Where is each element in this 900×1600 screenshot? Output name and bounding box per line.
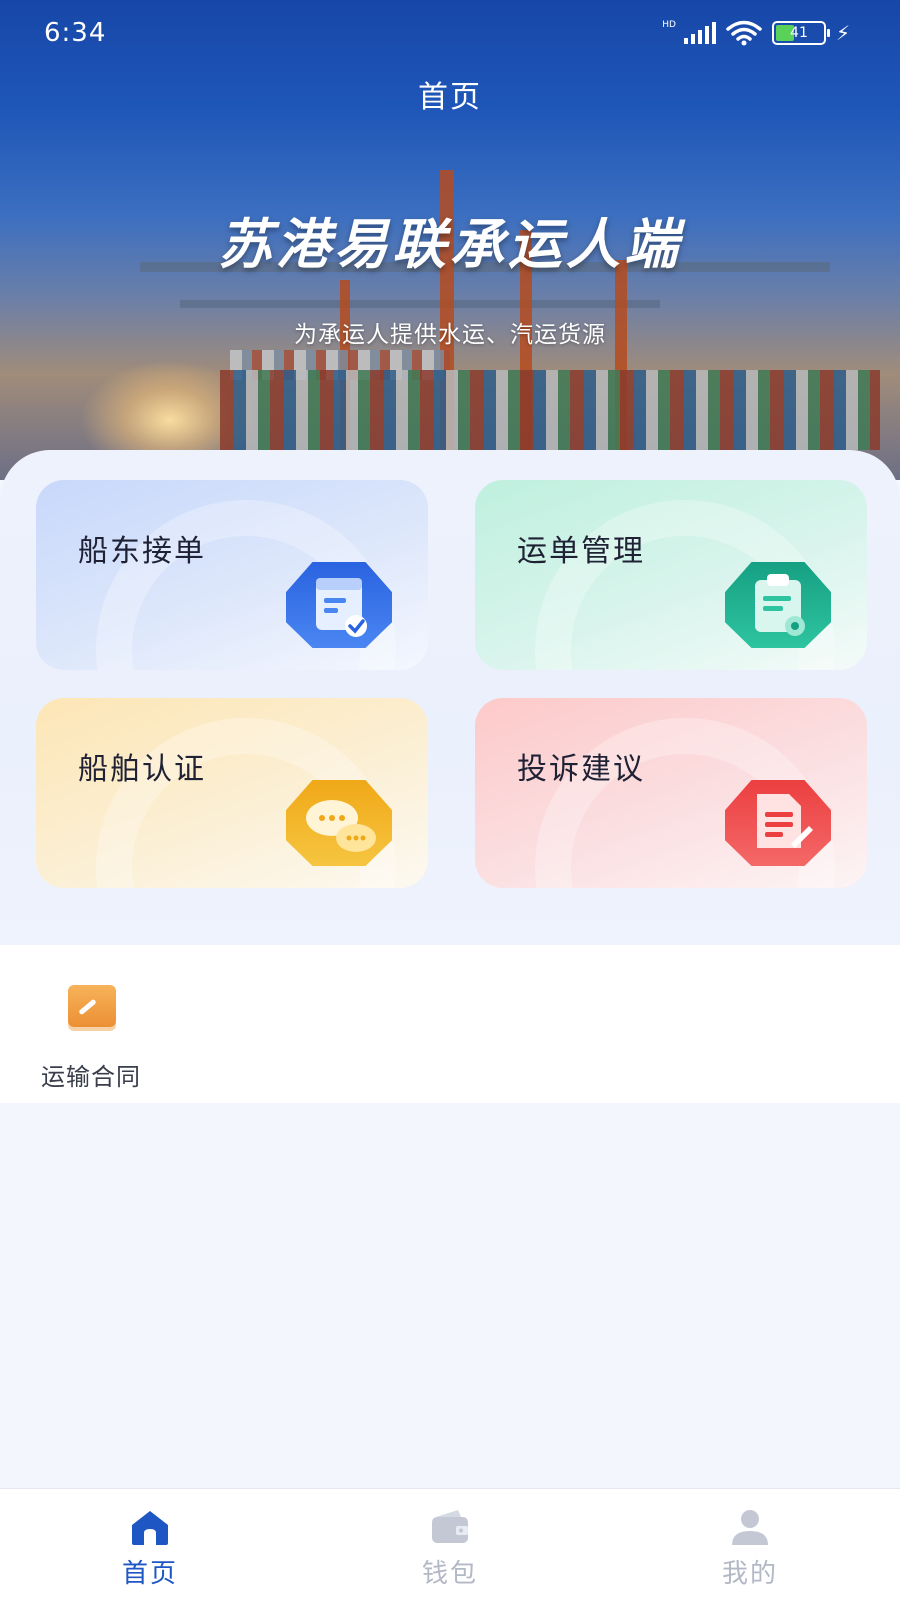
hero-title: 苏港易联承运人端 <box>218 213 682 276</box>
tab-label: 我的 <box>721 1559 778 1589</box>
card-label: 船舶认证 <box>78 752 206 787</box>
status-time: 6:34 <box>44 18 107 48</box>
card-shipowner-orders[interactable]: 船东接单 <box>36 480 428 670</box>
tab-home[interactable]: 首页 <box>0 1489 300 1600</box>
pencil-icon <box>68 985 116 1027</box>
home-icon <box>132 1511 168 1545</box>
battery-level: 41 <box>790 25 808 41</box>
calendar-check-icon <box>286 562 392 648</box>
wallet-icon <box>432 1510 468 1543</box>
card-complaints-suggestions[interactable]: 投诉建议 <box>475 698 867 888</box>
card-label: 船东接单 <box>78 534 206 569</box>
wifi-icon <box>726 20 762 46</box>
crane-beam <box>180 300 660 308</box>
card-label: 投诉建议 <box>517 752 645 787</box>
battery-icon: 41 <box>771 21 830 45</box>
hero-subtitle: 为承运人提供水运、汽运货源 <box>294 322 606 348</box>
user-icon <box>732 1510 768 1545</box>
status-bar: 6:34 HD 41 ⚡ <box>0 0 900 70</box>
tab-label: 钱包 <box>421 1559 478 1589</box>
tab-mine[interactable]: 我的 <box>600 1489 900 1600</box>
document-edit-icon <box>725 780 831 866</box>
status-icons: HD 41 ⚡ <box>662 20 850 46</box>
chat-bubbles-icon <box>286 780 392 866</box>
contract-label: 运输合同 <box>41 1063 141 1091</box>
contract-section: 运输合同 <box>0 945 900 1103</box>
signal-icon <box>683 22 716 44</box>
card-label: 运单管理 <box>517 534 645 569</box>
tab-label: 首页 <box>121 1559 178 1589</box>
transport-contract-button[interactable]: 运输合同 <box>26 985 156 1091</box>
card-vessel-certification[interactable]: 船舶认证 <box>36 698 428 888</box>
network-label: HD <box>662 20 676 30</box>
card-waybill-management[interactable]: 运单管理 <box>475 480 867 670</box>
tab-wallet[interactable]: 钱包 <box>300 1489 600 1600</box>
charging-icon: ⚡ <box>835 21 850 45</box>
container-stack <box>220 370 880 450</box>
page-title: 首页 <box>418 80 482 115</box>
clipboard-icon <box>725 562 831 648</box>
bottom-tab-bar: 首页 钱包 我的 <box>0 1488 900 1600</box>
